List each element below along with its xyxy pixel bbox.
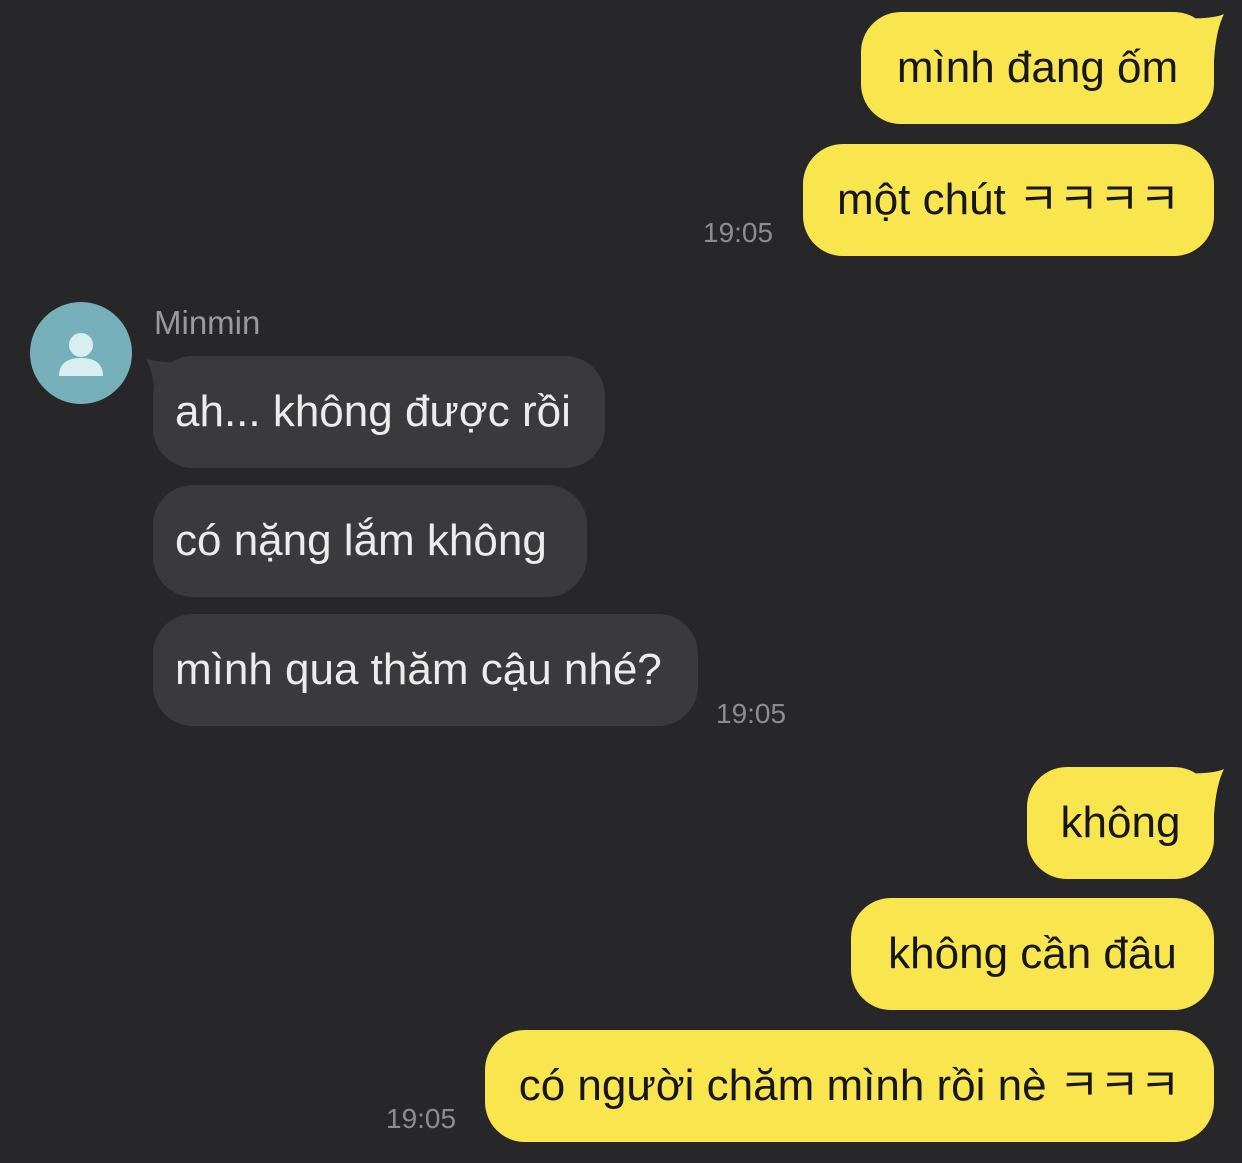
- message-timestamp: 19:05: [703, 217, 774, 248]
- incoming-message[interactable]: mình qua thăm cậu nhé?: [153, 614, 698, 726]
- message-timestamp: 19:05: [716, 698, 787, 729]
- incoming-message[interactable]: ah... không được rồi: [153, 356, 605, 468]
- message-text: một chút ㅋㅋㅋㅋ: [837, 175, 1180, 224]
- outgoing-message[interactable]: không cần đâu: [851, 898, 1214, 1010]
- outgoing-message[interactable]: một chút ㅋㅋㅋㅋ: [803, 144, 1214, 256]
- message-text: có nặng lắm không: [175, 516, 547, 565]
- message-text: có người chăm mình rồi nè ㅋㅋㅋ: [518, 1061, 1181, 1110]
- contact-avatar[interactable]: [30, 302, 132, 404]
- outgoing-message[interactable]: mình đang ốm: [861, 12, 1214, 124]
- message-text: không cần đâu: [888, 929, 1177, 978]
- person-silhouette-icon: [59, 333, 103, 376]
- sender-name: Minmin: [154, 304, 261, 341]
- message-timestamp: 19:05: [386, 1103, 457, 1134]
- outgoing-message[interactable]: có người chăm mình rồi nè ㅋㅋㅋ: [485, 1030, 1214, 1142]
- message-text: mình qua thăm cậu nhé?: [175, 645, 662, 694]
- message-text: mình đang ốm: [896, 43, 1179, 92]
- message-text: ah... không được rồi: [175, 387, 571, 436]
- message-text: không: [1060, 798, 1181, 847]
- incoming-message[interactable]: có nặng lắm không: [153, 485, 587, 597]
- outgoing-message[interactable]: không: [1027, 767, 1214, 879]
